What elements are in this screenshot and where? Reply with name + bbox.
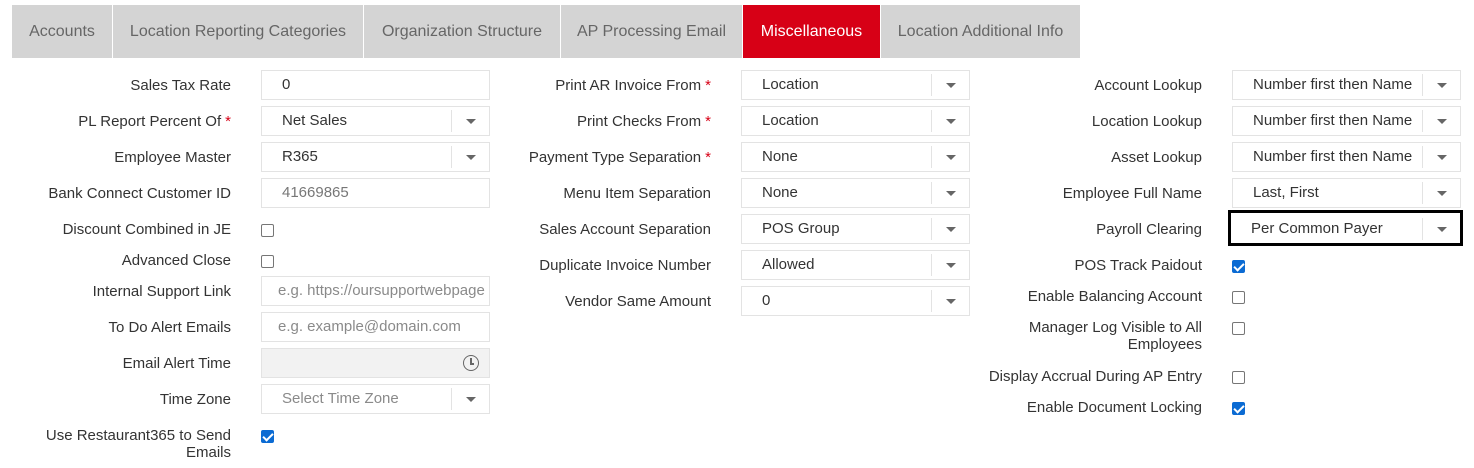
todo-alert-label: To Do Alert Emails [108,319,231,336]
account-lookup-value: Number first then Name [1253,76,1413,93]
payment-type-select[interactable]: None [741,142,970,172]
chevron-down-icon [1422,110,1460,132]
menu-item-value: None [762,184,798,201]
email-alert-time-label: Email Alert Time [122,355,231,372]
chevron-down-icon [931,218,969,240]
tab-location-additional-info[interactable]: Location Additional Info [881,5,1081,58]
bank-connect-label: Bank Connect Customer ID [48,185,231,202]
todo-alert-input[interactable]: e.g. example@domain.com [261,312,490,342]
bank-connect-input[interactable]: 41669865 [261,178,490,208]
sales-account-label: Sales Account Separation [539,221,711,238]
employee-master-value: R365 [282,148,318,165]
discount-combined-checkbox[interactable] [261,224,274,237]
account-lookup-label: Account Lookup [1094,77,1202,94]
chevron-down-icon [1422,182,1460,204]
time-zone-placeholder: Select Time Zone [282,390,399,407]
pl-report-select[interactable]: Net Sales [261,106,490,136]
chevron-down-icon [451,146,489,168]
duplicate-invoice-select[interactable]: Allowed [741,250,970,280]
chevron-down-icon [1422,74,1460,96]
print-ar-label: Print AR Invoice From * [555,77,711,94]
vendor-same-select[interactable]: 0 [741,286,970,316]
advanced-close-checkbox[interactable] [261,255,274,268]
vendor-same-value: 0 [762,292,771,309]
print-ar-select[interactable]: Location [741,70,970,100]
document-locking-label: Enable Document Locking [1026,399,1202,416]
location-lookup-value: Number first then Name [1253,112,1413,129]
employee-full-name-label: Employee Full Name [1062,185,1202,202]
balancing-account-checkbox[interactable] [1232,291,1245,304]
sales-account-select[interactable]: POS Group [741,214,970,244]
payroll-clearing-select[interactable]: Per Common Payer [1228,210,1463,246]
account-lookup-select[interactable]: Number first then Name [1232,70,1461,100]
use-r365-checkbox[interactable] [261,430,274,443]
sales-tax-rate-input[interactable]: 0 [261,70,490,100]
tab-miscellaneous[interactable]: Miscellaneous [743,5,881,58]
chevron-down-icon [1422,146,1460,168]
employee-master-label: Employee Master [114,149,231,166]
pos-track-checkbox[interactable] [1232,260,1245,273]
sales-account-value: POS Group [762,220,840,237]
chevron-down-icon [931,110,969,132]
print-checks-label: Print Checks From * [576,113,711,130]
payroll-clearing-value: Per Common Payer [1251,220,1383,237]
asset-lookup-value: Number first then Name [1253,148,1413,165]
chevron-down-icon [931,182,969,204]
chevron-down-icon [931,74,969,96]
menu-item-select[interactable]: None [741,178,970,208]
document-locking-checkbox[interactable] [1232,402,1245,415]
required-marker: * [705,149,711,166]
email-alert-time-input[interactable] [261,348,490,378]
tab-bar: Accounts Location Reporting Categories O… [12,5,1081,58]
advanced-close-label: Advanced Close [121,252,231,269]
print-checks-select[interactable]: Location [741,106,970,136]
tab-ap-processing-email[interactable]: AP Processing Email [561,5,743,58]
employee-master-select[interactable]: R365 [261,142,490,172]
chevron-down-icon [1422,218,1460,240]
required-marker: * [705,77,711,94]
manager-log-checkbox[interactable] [1232,322,1245,335]
clock-icon[interactable] [463,355,479,371]
print-ar-value: Location [762,76,819,93]
chevron-down-icon [451,110,489,132]
balancing-account-label: Enable Balancing Account [1027,288,1202,305]
internal-support-label: Internal Support Link [92,283,231,300]
chevron-down-icon [931,254,969,276]
tab-organization-structure[interactable]: Organization Structure [364,5,561,58]
required-marker: * [225,113,231,130]
pl-report-label: PL Report Percent Of * [78,113,231,130]
duplicate-invoice-label: Duplicate Invoice Number [539,257,711,274]
chevron-down-icon [931,290,969,312]
discount-combined-label: Discount Combined in JE [62,221,231,238]
pl-report-value: Net Sales [282,112,348,129]
display-accrual-label: Display Accrual During AP Entry [988,368,1202,385]
payment-type-value: None [762,148,798,165]
time-zone-select[interactable]: Select Time Zone [261,384,490,414]
duplicate-invoice-value: Allowed [762,256,815,273]
employee-full-name-value: Last, First [1253,184,1319,201]
vendor-same-label: Vendor Same Amount [565,293,711,310]
asset-lookup-select[interactable]: Number first then Name [1232,142,1461,172]
chevron-down-icon [451,388,489,410]
time-zone-label: Time Zone [159,391,231,408]
pos-track-label: POS Track Paidout [1074,257,1202,274]
location-lookup-label: Location Lookup [1091,113,1202,130]
sales-tax-rate-label: Sales Tax Rate [130,77,231,94]
tab-accounts[interactable]: Accounts [12,5,113,58]
required-marker: * [705,113,711,130]
location-lookup-select[interactable]: Number first then Name [1232,106,1461,136]
tab-location-reporting-categories[interactable]: Location Reporting Categories [113,5,364,58]
asset-lookup-label: Asset Lookup [1111,149,1202,166]
print-checks-value: Location [762,112,819,129]
display-accrual-checkbox[interactable] [1232,371,1245,384]
chevron-down-icon [931,146,969,168]
payroll-clearing-label: Payroll Clearing [1096,221,1202,238]
employee-full-name-select[interactable]: Last, First [1232,178,1461,208]
internal-support-input[interactable]: e.g. https://oursupportwebpage [261,276,490,306]
manager-log-label: Manager Log Visible to All Employees [1028,319,1202,353]
use-r365-label: Use Restaurant365 to Send Emails [45,427,231,461]
menu-item-label: Menu Item Separation [563,185,711,202]
payment-type-label: Payment Type Separation * [528,149,711,166]
